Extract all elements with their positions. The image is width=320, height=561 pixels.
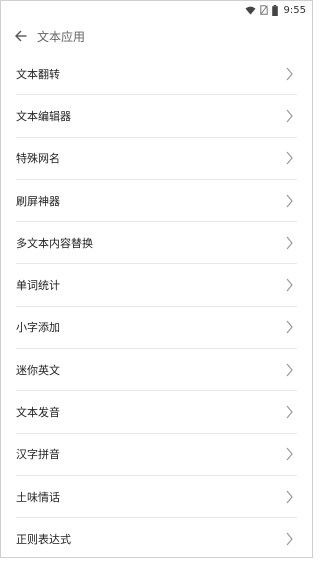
status-bar: 9:55 xyxy=(1,1,312,19)
list-item[interactable]: 土味情话 xyxy=(16,476,297,519)
list-item-label: 文本发音 xyxy=(16,406,60,420)
chevron-right-icon xyxy=(284,319,294,335)
list-item[interactable]: 特殊网名 xyxy=(16,138,297,180)
chevron-right-icon xyxy=(284,531,294,547)
chevron-right-icon xyxy=(284,66,294,82)
list-item[interactable]: 小字添加 xyxy=(16,307,297,350)
chevron-right-icon xyxy=(284,108,294,124)
menu-list: 文本翻转文本编辑器特殊网名刷屏神器多文本内容替换 单词统计小字添加迷你英文文本发音… xyxy=(16,53,297,561)
list-item-label: 正则表达式 xyxy=(16,533,71,547)
list-item-label: 刷屏神器 xyxy=(16,194,60,208)
list-item[interactable]: 多文本内容替换 xyxy=(16,222,297,265)
list-item[interactable]: 正则表达式 xyxy=(16,518,297,560)
list-item[interactable]: 文本翻转 xyxy=(16,53,297,96)
list-item-label: 汉字拼音 xyxy=(16,448,60,462)
list-item-label: 多文本内容替换 xyxy=(16,236,93,250)
status-time: 9:55 xyxy=(283,4,306,16)
list-item[interactable]: 单词统计 xyxy=(16,264,297,307)
list-item[interactable]: 刷屏神器 xyxy=(16,180,297,223)
list-item-label: 特殊网名 xyxy=(16,152,60,166)
list-item-label: 土味情话 xyxy=(16,490,60,504)
list-item-label: 文本编辑器 xyxy=(16,109,71,123)
chevron-right-icon xyxy=(284,277,294,293)
sim-off-icon xyxy=(259,5,268,15)
chevron-right-icon xyxy=(284,193,294,209)
chevron-right-icon xyxy=(284,489,294,505)
list-item[interactable]: 汉字拼音 xyxy=(16,434,297,476)
list-item-label: 小字添加 xyxy=(16,321,60,335)
back-button[interactable] xyxy=(1,19,41,53)
chevron-right-icon xyxy=(284,150,294,166)
battery-icon xyxy=(271,4,278,16)
list-item[interactable]: 迷你英文 xyxy=(16,349,297,392)
page-title: 文本应用 xyxy=(37,29,86,44)
list-item-label: 单词统计 xyxy=(16,279,60,293)
chevron-right-icon xyxy=(284,235,294,251)
arrow-left-icon xyxy=(15,27,27,46)
chevron-right-icon xyxy=(284,446,294,462)
wifi-icon xyxy=(245,6,256,15)
list-item-label: 文本翻转 xyxy=(16,67,60,81)
app-bar: 文本应用 xyxy=(1,19,312,53)
chevron-right-icon xyxy=(284,404,294,420)
list-item[interactable]: 文本发音 xyxy=(16,391,297,434)
list-item[interactable]: 文本编辑器 xyxy=(16,95,297,138)
list-item-label: 迷你英文 xyxy=(16,363,60,377)
chevron-right-icon xyxy=(284,362,294,378)
